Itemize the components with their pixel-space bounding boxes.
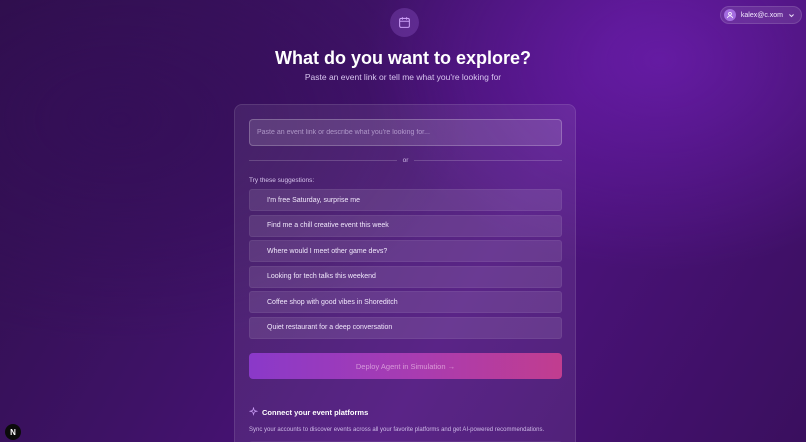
divider-label: or bbox=[402, 157, 409, 164]
user-email: kalex@c.xom bbox=[740, 11, 783, 19]
or-divider: or bbox=[249, 156, 562, 165]
deploy-agent-button[interactable]: Deploy Agent in Simulation → bbox=[249, 353, 562, 379]
page-subtitle: Paste an event link or tell me what you'… bbox=[304, 72, 502, 82]
chevron-down-icon bbox=[788, 12, 795, 19]
connect-platforms-heading: Connect your event platforms bbox=[248, 406, 369, 418]
connect-description: Sync your accounts to discover events ac… bbox=[249, 427, 545, 433]
user-icon bbox=[723, 9, 736, 21]
calendar-icon bbox=[390, 8, 419, 37]
suggestions-list: I'm free Saturday, surprise me Find me a… bbox=[249, 189, 562, 342]
suggestion-button[interactable]: I'm free Saturday, surprise me bbox=[249, 189, 562, 211]
divider-line bbox=[414, 160, 562, 161]
user-menu-button[interactable]: kalex@c.xom bbox=[719, 6, 802, 24]
explore-card: or Try these suggestions: I'm free Satur… bbox=[234, 104, 576, 442]
search-input[interactable] bbox=[249, 119, 562, 146]
suggestion-button[interactable]: Find me a chill creative event this week bbox=[249, 214, 562, 237]
divider-line bbox=[249, 160, 397, 161]
suggestions-heading: Try these suggestions: bbox=[249, 177, 315, 184]
suggestion-button[interactable]: Where would I meet other game devs? bbox=[249, 240, 562, 262]
sparkle-icon bbox=[248, 406, 259, 418]
suggestion-button[interactable]: Looking for tech talks this weekend bbox=[249, 265, 562, 288]
dev-tools-badge[interactable]: N bbox=[5, 424, 21, 440]
suggestion-button[interactable]: Quiet restaurant for a deep conversation bbox=[249, 316, 562, 339]
page-title: What do you want to explore? bbox=[275, 48, 531, 68]
connect-title: Connect your event platforms bbox=[262, 408, 369, 417]
suggestion-button[interactable]: Coffee shop with good vibes in Shoreditc… bbox=[249, 291, 562, 313]
